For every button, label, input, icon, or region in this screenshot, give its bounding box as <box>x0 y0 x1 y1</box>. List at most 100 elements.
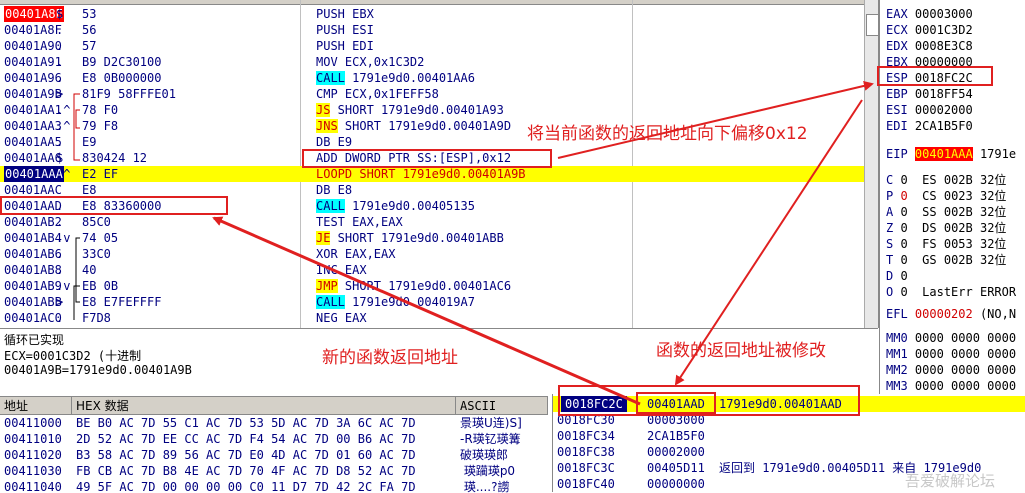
hex-bytes[interactable]: FB CB AC 7D B8 4E AC 7D 70 4F AC 7D D8 5… <box>76 463 416 479</box>
register-value[interactable]: 00401AAA <box>914 147 973 161</box>
instruction[interactable]: DB E8 <box>316 182 352 198</box>
stack-value[interactable]: 00405D11 <box>647 460 705 476</box>
hex-bytes[interactable]: B3 58 AC 7D 89 56 AC 7D E0 4D AC 7D 01 6… <box>76 447 416 463</box>
instruction[interactable]: CALL 1791e9d0.00405135 <box>316 198 475 214</box>
hex-ascii[interactable]: 瑛....?謭 <box>460 479 510 493</box>
register-value[interactable]: 2CA1B5F0 <box>915 119 973 133</box>
hex-address[interactable]: 00411030 <box>4 463 62 479</box>
instruction[interactable]: MOV ECX,0x1C3D2 <box>316 54 424 70</box>
instruction[interactable]: JMP SHORT 1791e9d0.00401AC6 <box>316 278 511 294</box>
hex-bytes[interactable]: 2D 52 AC 7D EE CC AC 7D F4 54 AC 7D 00 B… <box>76 431 416 447</box>
hex-ascii[interactable]: -R瑛钇瑛篝 <box>460 431 521 447</box>
hex-dump-pane[interactable]: 地址 HEX 数据 ASCII 00411000 BE B0 AC 7D 55 C… <box>0 396 548 493</box>
register-mmx[interactable]: MM1 0000 0000 0000 <box>886 346 1016 362</box>
instruction[interactable]: TEST EAX,EAX <box>316 214 403 230</box>
flag-row[interactable]: Z 0 DS 002B 32位 <box>886 220 1006 236</box>
register-value[interactable]: 00002000 <box>915 103 973 117</box>
stack-address[interactable]: 0018FC3C <box>557 460 615 476</box>
stack-address[interactable]: 0018FC38 <box>557 444 615 460</box>
stack-value[interactable]: 00000000 <box>647 476 705 492</box>
hex-col-hex[interactable]: HEX 数据 <box>72 397 456 415</box>
hex-ascii[interactable]: 破瑛瑛郎 <box>460 447 508 463</box>
hex-ascii[interactable]: 景瑛U连)S] <box>460 415 522 431</box>
instruction[interactable]: PUSH EBX <box>316 6 374 22</box>
stack-address[interactable]: 0018FC34 <box>557 428 615 444</box>
disasm-row[interactable]: 00401AB8. 40 INC EAX <box>0 262 864 278</box>
stack-row[interactable]: 0018FC34 2CA1B5F0 <box>553 428 1025 444</box>
hex-address[interactable]: 00411040 <box>4 479 62 493</box>
register-esi[interactable]: ESI 00002000 <box>886 102 973 118</box>
disasm-row[interactable]: 00401AB9 .v EB 0B JMP SHORT 1791e9d0.00401A… <box>0 278 864 294</box>
register-value[interactable]: 00003000 <box>915 7 973 21</box>
disasm-row[interactable]: 00401A8E $53 PUSH EBX <box>0 6 864 22</box>
flag-value[interactable]: 0 <box>900 253 907 267</box>
disasm-row[interactable]: 00401AAA .^ E2 EF LOOPD SHORT 1791e9d0.0040… <box>0 166 864 182</box>
flag-row[interactable]: A 0 SS 002B 32位 <box>886 204 1006 220</box>
hex-address[interactable]: 00411000 <box>4 415 62 431</box>
flag-value[interactable]: 0 <box>900 173 907 187</box>
disasm-row[interactable]: 00401AC0. F7D8 NEG EAX <box>0 310 864 326</box>
register-eax[interactable]: EAX 00003000 <box>886 6 973 22</box>
instruction[interactable]: LOOPD SHORT 1791e9d0.00401A9B <box>316 166 526 182</box>
register-eip[interactable]: EIP 00401AAA 1791e <box>886 146 1016 162</box>
instruction[interactable]: JS SHORT 1791e9d0.00401A93 <box>316 102 504 118</box>
flag-value[interactable]: 0 <box>900 285 907 299</box>
register-edi[interactable]: EDI 2CA1B5F0 <box>886 118 973 134</box>
register-value[interactable]: 0000 0000 0000 <box>915 379 1016 393</box>
hex-bytes[interactable]: BE B0 AC 7D 55 C1 AC 7D 53 5D AC 7D 3A 6… <box>76 415 416 431</box>
registers-pane[interactable]: EAX 00003000 ECX 0001C3D2 EDX 0008E3C8 EBX … <box>879 0 1025 394</box>
instruction[interactable]: CALL 1791e9d0.00401AA6 <box>316 70 475 86</box>
flag-value[interactable]: 0 <box>900 237 907 251</box>
flag-row[interactable]: D 0 <box>886 268 937 284</box>
flag-row[interactable]: T 0 GS 002B 32位 <box>886 252 1006 268</box>
stack-value[interactable]: 2CA1B5F0 <box>647 428 705 444</box>
hex-address[interactable]: 00411010 <box>4 431 62 447</box>
disasm-row[interactable]: 00401AA1 .^ 78 F0 JS SHORT 1791e9d0.00401A9… <box>0 102 864 118</box>
disasm-row[interactable]: 00401ABB > E8 E7FEFFFF CALL 1791e9d0.004019… <box>0 294 864 310</box>
hex-bytes[interactable]: 49 5F AC 7D 00 00 00 00 C0 11 D7 7D 42 2… <box>76 479 416 493</box>
register-efl[interactable]: EFL 00000202 (NO,N <box>886 306 1016 322</box>
register-value[interactable]: 0000 0000 0000 <box>915 331 1016 345</box>
flag-value[interactable]: 0 <box>900 189 907 203</box>
register-value[interactable]: 0018FF54 <box>915 87 973 101</box>
flag-value[interactable]: 0 <box>900 205 907 219</box>
register-value[interactable]: 00000202 <box>915 307 973 321</box>
instruction[interactable]: XOR EAX,EAX <box>316 246 395 262</box>
flag-row[interactable]: O 0 LastErr ERROR <box>886 284 1023 300</box>
stack-row[interactable]: 0018FC38 00002000 <box>553 444 1025 460</box>
disasm-row[interactable]: 00401A90. 57 PUSH EDI <box>0 38 864 54</box>
register-mmx[interactable]: MM0 0000 0000 0000 <box>886 330 1016 346</box>
instruction[interactable]: PUSH EDI <box>316 38 374 54</box>
instruction[interactable]: DB E9 <box>316 134 352 150</box>
hex-col-ascii[interactable]: ASCII <box>456 397 548 415</box>
register-edx[interactable]: EDX 0008E3C8 <box>886 38 973 54</box>
instruction[interactable]: JNS SHORT 1791e9d0.00401A9D <box>316 118 511 134</box>
register-value[interactable]: 0000 0000 0000 <box>915 363 1016 377</box>
flag-value[interactable]: 0 <box>900 269 907 283</box>
flag-row[interactable]: P 0 CS 0023 32位 <box>886 188 1006 204</box>
register-ebp[interactable]: EBP 0018FF54 <box>886 86 973 102</box>
stack-address[interactable]: 0018FC40 <box>557 476 615 492</box>
disasm-row[interactable]: 00401AB4 .v 74 05 JE SHORT 1791e9d0.00401AB… <box>0 230 864 246</box>
register-value[interactable]: 0001C3D2 <box>915 23 973 37</box>
disasm-row[interactable]: 00401A8F. 56 PUSH ESI <box>0 22 864 38</box>
instruction[interactable]: PUSH ESI <box>316 22 374 38</box>
hex-ascii[interactable]: 瑛躏瑛p0 <box>460 463 515 479</box>
disasm-row[interactable]: 00401A91. B9 D2C30100 MOV ECX,0x1C3D2 <box>0 54 864 70</box>
register-mmx[interactable]: MM2 0000 0000 0000 <box>886 362 1016 378</box>
instruction[interactable]: INC EAX <box>316 262 367 278</box>
disasm-row[interactable]: 00401A9B >81F9 58FFFE01 CMP ECX,0x1FEFF58 <box>0 86 864 102</box>
register-value[interactable]: 0008E3C8 <box>915 39 973 53</box>
stack-value[interactable]: 00002000 <box>647 444 705 460</box>
disasm-row[interactable]: 00401AB6. 33C0 XOR EAX,EAX <box>0 246 864 262</box>
instruction[interactable]: CMP ECX,0x1FEFF58 <box>316 86 439 102</box>
disasm-scrollbar[interactable] <box>864 0 878 328</box>
scroll-thumb[interactable] <box>866 14 878 36</box>
flag-value[interactable]: 0 <box>900 221 907 235</box>
disasm-row[interactable]: 00401A96. E8 0B000000 CALL 1791e9d0.00401A… <box>0 70 864 86</box>
flag-row[interactable]: C 0 ES 002B 32位 <box>886 172 1006 188</box>
register-mmx[interactable]: MM3 0000 0000 0000 <box>886 378 1016 394</box>
register-ecx[interactable]: ECX 0001C3D2 <box>886 22 973 38</box>
hex-col-addr[interactable]: 地址 <box>0 397 72 415</box>
instruction[interactable]: CALL 1791e9d0.004019A7 <box>316 294 475 310</box>
